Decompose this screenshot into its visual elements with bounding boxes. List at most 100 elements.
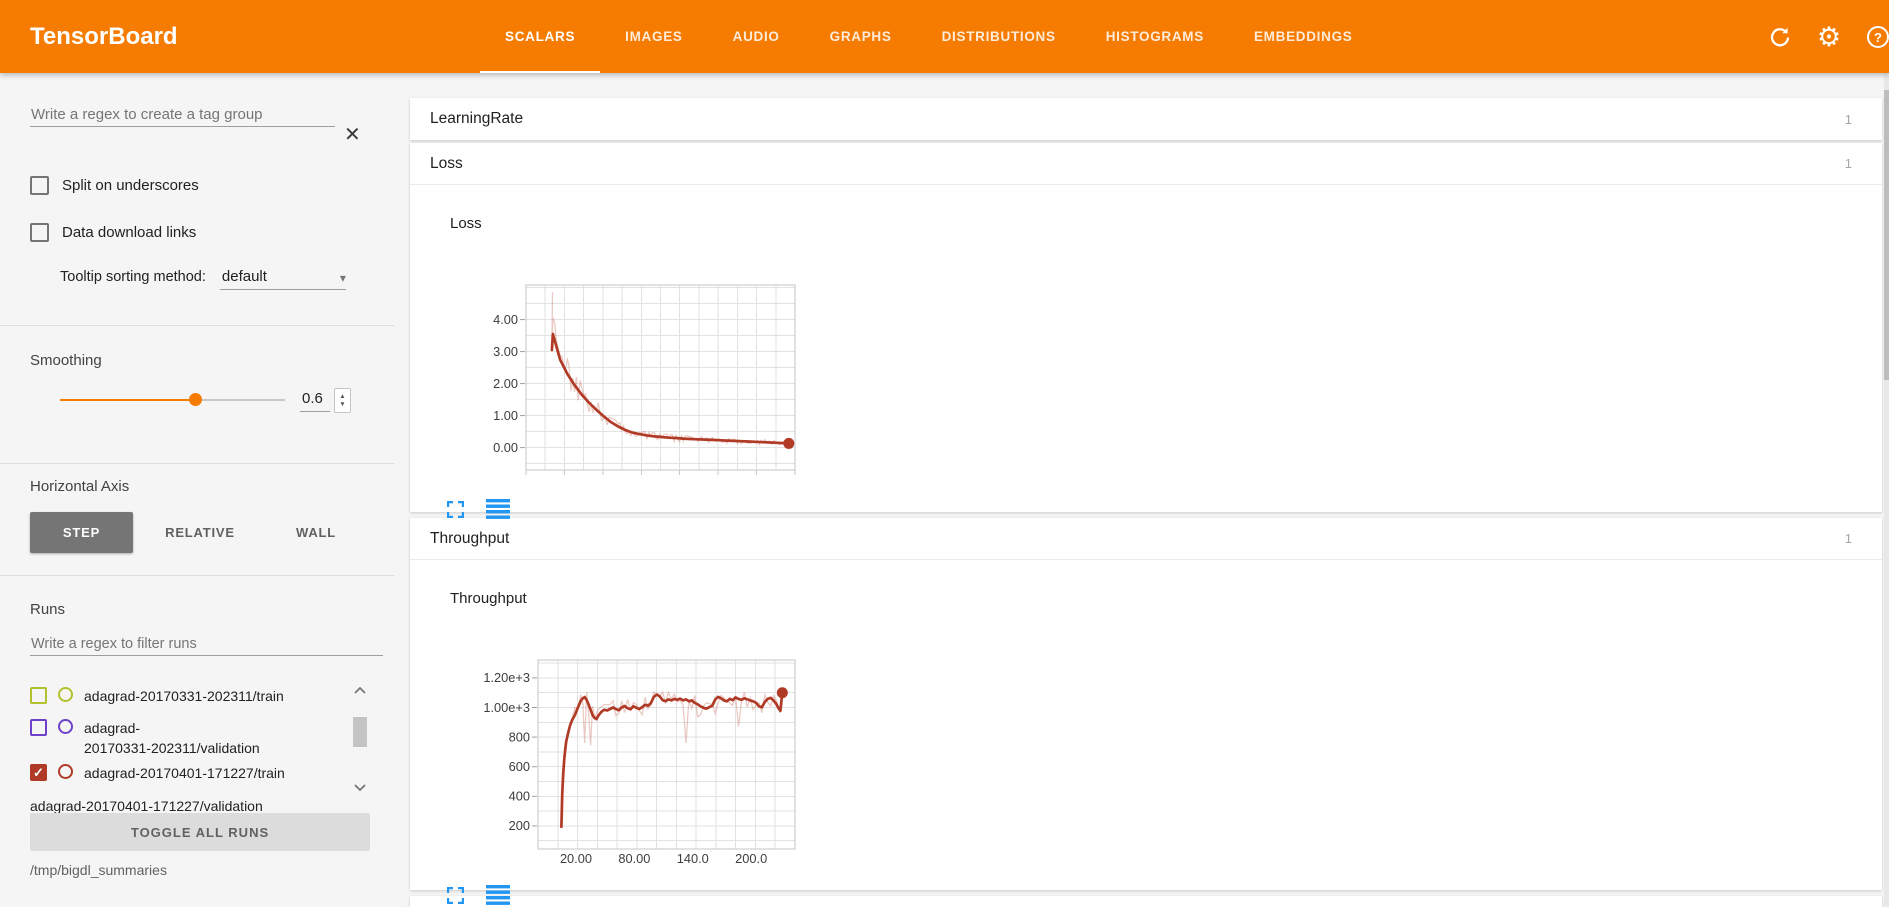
fullscreen-icon[interactable] bbox=[447, 501, 464, 523]
toggle-all-runs-button[interactable]: TOGGLE ALL RUNS bbox=[30, 813, 370, 851]
run-list-scrollbar-thumb[interactable] bbox=[353, 717, 367, 747]
svg-text:600: 600 bbox=[509, 759, 530, 774]
run-filter-input[interactable] bbox=[30, 633, 383, 656]
tab-audio[interactable]: AUDIO bbox=[733, 0, 780, 73]
run-checkbox[interactable]: ✓ bbox=[30, 687, 47, 704]
svg-text:1.00: 1.00 bbox=[493, 408, 518, 423]
svg-text:800: 800 bbox=[509, 729, 530, 744]
dashboard-main: LearningRate 1 Loss 1 Loss 4.00 3.00 2.00 1… bbox=[410, 73, 1882, 907]
chart-actions bbox=[447, 885, 510, 907]
svg-text:80.00: 80.00 bbox=[618, 851, 650, 866]
checkbox-label: Data download links bbox=[62, 224, 196, 241]
header-actions: ⚙ ? bbox=[1767, 0, 1889, 73]
run-checkbox[interactable]: ✓ bbox=[30, 764, 47, 781]
run-label: adagrad-20170401-171227/train bbox=[84, 763, 285, 783]
run-label: adagrad-20170331-202311/validation bbox=[84, 718, 260, 758]
svg-text:?: ? bbox=[1874, 30, 1882, 45]
sidebar: ✕ ✓ Split on underscores ✓ Data download… bbox=[0, 73, 394, 907]
run-row[interactable]: adagrad-20170401-171227/validation bbox=[30, 796, 263, 813]
section-title: Throughput bbox=[430, 530, 509, 548]
smoothing-slider-knob[interactable] bbox=[189, 393, 202, 406]
close-icon[interactable]: ✕ bbox=[344, 125, 361, 145]
section-title: LearningRate bbox=[430, 110, 523, 128]
svg-text:1.20e+3: 1.20e+3 bbox=[483, 670, 530, 685]
section-title: Loss bbox=[430, 155, 463, 173]
settings-gear-icon[interactable]: ⚙ bbox=[1816, 24, 1842, 50]
chart-title: Throughput bbox=[450, 590, 527, 607]
run-row[interactable]: ✓ adagrad-20170401-171227/train bbox=[30, 763, 285, 783]
scroll-down-icon[interactable] bbox=[352, 783, 368, 793]
svg-text:1.00e+3: 1.00e+3 bbox=[483, 700, 530, 715]
smoothing-value[interactable]: 0.6 bbox=[300, 388, 330, 412]
tab-distributions[interactable]: DISTRIBUTIONS bbox=[942, 0, 1056, 73]
tab-embeddings[interactable]: EMBEDDINGS bbox=[1254, 0, 1353, 73]
scroll-up-icon[interactable] bbox=[352, 685, 368, 695]
divider bbox=[0, 325, 394, 326]
run-selector-lines-icon[interactable] bbox=[486, 499, 510, 524]
tooltip-sort-value: default bbox=[222, 268, 267, 285]
haxis-step-button[interactable]: STEP bbox=[30, 512, 133, 553]
smoothing-stepper[interactable]: ▲ ▼ bbox=[334, 388, 351, 413]
run-color-circle[interactable] bbox=[58, 764, 73, 779]
run-selector-lines-icon[interactable] bbox=[486, 885, 510, 907]
stepper-down-icon[interactable]: ▼ bbox=[339, 401, 345, 409]
chart-title: Loss bbox=[450, 215, 482, 232]
throughput-chart[interactable]: 1.20e+3 1.00e+3 800 600 400 200 20.00 80.00 140.… bbox=[465, 647, 810, 872]
svg-text:200.0: 200.0 bbox=[735, 851, 767, 866]
tab-histograms[interactable]: HISTOGRAMS bbox=[1106, 0, 1204, 73]
svg-text:200: 200 bbox=[509, 818, 530, 833]
haxis-wall-button[interactable]: WALL bbox=[278, 512, 354, 553]
run-list: ✓ adagrad-20170331-202311/train ✓ adagra… bbox=[0, 676, 350, 813]
run-checkbox[interactable]: ✓ bbox=[30, 719, 47, 736]
run-label: adagrad-20170331-202311/train bbox=[84, 686, 284, 706]
svg-text:140.0: 140.0 bbox=[677, 851, 709, 866]
divider bbox=[0, 463, 394, 464]
chart-actions bbox=[447, 499, 510, 524]
data-download-checkbox[interactable]: ✓ bbox=[30, 223, 49, 242]
help-icon[interactable]: ? bbox=[1865, 24, 1889, 50]
svg-text:20.00: 20.00 bbox=[560, 851, 592, 866]
svg-text:0.00: 0.00 bbox=[493, 440, 518, 455]
run-row[interactable]: ✓ adagrad-20170331-202311/train bbox=[30, 686, 284, 706]
chevron-down-icon: ▾ bbox=[340, 271, 346, 285]
section-header-learningrate[interactable]: LearningRate 1 bbox=[410, 98, 1882, 140]
page-scrollbar-thumb[interactable] bbox=[1884, 90, 1889, 380]
chart-count-badge: 1 bbox=[1845, 531, 1852, 546]
refresh-icon[interactable] bbox=[1767, 24, 1793, 50]
nav-tabs: SCALARS IMAGES AUDIO GRAPHS DISTRIBUTION… bbox=[505, 0, 1352, 73]
haxis-relative-button[interactable]: RELATIVE bbox=[150, 512, 250, 553]
svg-text:2.00: 2.00 bbox=[493, 376, 518, 391]
page-scrollbar[interactable] bbox=[1884, 73, 1889, 907]
chart-count-badge: 1 bbox=[1845, 156, 1852, 171]
stepper-up-icon[interactable]: ▲ bbox=[339, 393, 345, 401]
tab-images[interactable]: IMAGES bbox=[625, 0, 682, 73]
tooltip-sort-dropdown[interactable]: default ▾ bbox=[220, 266, 346, 290]
tooltip-sort-label: Tooltip sorting method: bbox=[60, 269, 206, 285]
log-directory-path: /tmp/bigdl_summaries bbox=[30, 862, 167, 878]
checkbox-label: Split on underscores bbox=[62, 177, 199, 194]
smoothing-slider-fill bbox=[60, 399, 195, 401]
horizontal-axis-label: Horizontal Axis bbox=[30, 478, 129, 495]
section-header-throughput[interactable]: Throughput 1 bbox=[410, 518, 1882, 560]
tab-graphs[interactable]: GRAPHS bbox=[830, 0, 892, 73]
run-color-circle[interactable] bbox=[58, 687, 73, 702]
run-label: adagrad-20170401-171227/validation bbox=[30, 796, 263, 813]
split-underscores-checkbox[interactable]: ✓ bbox=[30, 176, 49, 195]
tag-regex-input[interactable] bbox=[30, 103, 335, 127]
section-header-loss[interactable]: Loss 1 bbox=[410, 143, 1882, 185]
run-color-circle[interactable] bbox=[58, 719, 73, 734]
section-throughput: Throughput 1 Throughput 1.20e+3 1.00e+3 80… bbox=[410, 518, 1882, 890]
section-loss: Loss 1 Loss 4.00 3.00 2.00 1.00 0.00 bbox=[410, 143, 1882, 512]
tooltip-sort-row: Tooltip sorting method: default ▾ bbox=[60, 266, 346, 290]
svg-text:3.00: 3.00 bbox=[493, 344, 518, 359]
svg-text:400: 400 bbox=[509, 789, 530, 804]
loss-chart[interactable]: 4.00 3.00 2.00 1.00 0.00 bbox=[478, 247, 810, 487]
fullscreen-icon[interactable] bbox=[447, 887, 464, 907]
section-learningrate: LearningRate 1 bbox=[410, 98, 1882, 140]
run-row[interactable]: ✓ adagrad-20170331-202311/validation bbox=[30, 718, 260, 758]
app-title: TensorBoard bbox=[30, 0, 178, 73]
next-section-peek bbox=[410, 896, 1882, 907]
svg-text:4.00: 4.00 bbox=[493, 312, 518, 327]
tab-scalars[interactable]: SCALARS bbox=[505, 0, 575, 73]
app-header: TensorBoard SCALARS IMAGES AUDIO GRAPHS … bbox=[0, 0, 1889, 73]
